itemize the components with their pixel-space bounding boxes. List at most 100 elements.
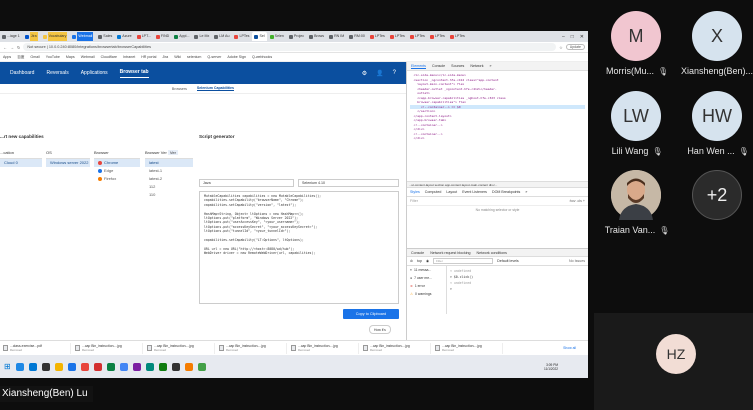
- bookmark-item[interactable]: Q-webhooks: [252, 55, 272, 59]
- devtools-tab[interactable]: Network: [470, 64, 483, 68]
- version-option[interactable]: latest: [145, 159, 193, 167]
- browser-tab[interactable]: LPTes: [232, 32, 251, 41]
- styles-subtab[interactable]: »: [525, 190, 527, 194]
- console-filter-input[interactable]: Filter: [433, 258, 494, 264]
- bookmark-item[interactable]: Apps: [3, 55, 11, 59]
- taskbar-app-icon[interactable]: [15, 362, 24, 371]
- framework-select[interactable]: Selenium 4.10: [298, 179, 399, 187]
- bookmark-item[interactable]: HR portal: [141, 55, 156, 59]
- dom-tree[interactable]: <lc-side-menu></lc-side-menu> <section _…: [407, 71, 588, 181]
- issues-count[interactable]: No Issues: [569, 259, 588, 263]
- forward-icon[interactable]: →: [10, 45, 14, 50]
- browser-tab[interactable]: Selen: [268, 32, 286, 41]
- message-filter-item[interactable]: ⚠ 0 warnings: [407, 290, 446, 298]
- help-icon[interactable]: ?: [393, 70, 396, 77]
- browser-tab[interactable]: Projec: [287, 32, 306, 41]
- bookmark-item[interactable]: Jira: [162, 55, 168, 59]
- browser-tab[interactable]: Azure: [115, 32, 133, 41]
- browser-tab[interactable]: Le Mx: [192, 32, 211, 41]
- windows-start-icon[interactable]: ⊞: [4, 362, 11, 371]
- browser-option[interactable]: Chrome: [94, 159, 140, 167]
- styles-subtab[interactable]: DOM Breakpoints: [492, 190, 520, 194]
- browser-tab[interactable]: Webmail: [70, 32, 95, 41]
- taskbar-app-icon[interactable]: [54, 362, 63, 371]
- url-field[interactable]: Not secure | 10.0.0.240:8080/integration…: [23, 43, 557, 51]
- participant-tile[interactable]: Traian Van... 🎙: [591, 170, 681, 235]
- taskbar-app-icon[interactable]: [93, 362, 102, 371]
- styles-subtab[interactable]: Computed: [425, 190, 442, 194]
- location-option[interactable]: Cloud 0: [0, 159, 42, 167]
- browser-option[interactable]: Edge: [94, 167, 140, 175]
- generated-code[interactable]: MutableCapabilities capabilities = new M…: [199, 191, 399, 304]
- browser-tab[interactable]: LPTes: [428, 32, 447, 41]
- browser-tab[interactable]: Appl...: [172, 32, 191, 41]
- dom-breadcrumb[interactable]: ...ut-content-layout section.app-content…: [407, 181, 588, 188]
- bookmark-item[interactable]: Cloudflare: [101, 55, 117, 59]
- taskbar-app-icon[interactable]: [28, 362, 37, 371]
- bookmark-item[interactable]: 百度: [17, 55, 24, 60]
- bookmark-item[interactable]: Webmail: [81, 55, 95, 59]
- styles-filter[interactable]: Filter :hov .cls +: [407, 197, 588, 206]
- language-select[interactable]: Java: [199, 179, 294, 187]
- styles-subtab[interactable]: Styles: [410, 190, 420, 194]
- taskbar-app-icon[interactable]: [132, 362, 141, 371]
- bookmark-item[interactable]: Q-server: [207, 55, 221, 59]
- update-button[interactable]: Update: [565, 44, 585, 50]
- participant-tile[interactable]: X Xiansheng(Ben)...: [672, 11, 753, 76]
- reload-icon[interactable]: ↻: [17, 45, 20, 50]
- taskbar-app-icon[interactable]: [171, 362, 180, 371]
- bookmark-item[interactable]: Gmail: [30, 55, 39, 59]
- participant-tile[interactable]: +2: [672, 170, 753, 220]
- browser-tab[interactable]: RN IM: [327, 32, 346, 41]
- message-filter-item[interactable]: ≡ 11 messa...: [407, 266, 446, 274]
- taskbar-app-icon[interactable]: [145, 362, 154, 371]
- eye-icon[interactable]: ◉: [426, 259, 429, 263]
- browser-option[interactable]: Firefox: [94, 175, 140, 183]
- sub-tab[interactable]: Browsers: [172, 87, 187, 91]
- bookmark-item[interactable]: Wiki: [174, 55, 181, 59]
- taskbar-app-icon[interactable]: [184, 362, 193, 371]
- nav-item[interactable]: Applications: [81, 70, 108, 76]
- minimize-icon[interactable]: –: [562, 34, 565, 40]
- version-option[interactable]: 112: [145, 183, 193, 191]
- nav-item[interactable]: Browser tab: [119, 69, 149, 78]
- taskbar-app-icon[interactable]: [41, 362, 50, 371]
- browser-tab[interactable]: LPTes: [368, 32, 387, 41]
- hint-toast[interactable]: How it's: [369, 325, 391, 334]
- devtools-tab[interactable]: Sources: [451, 64, 464, 68]
- os-option[interactable]: Windows server 2022: [46, 159, 90, 167]
- taskbar-app-icon[interactable]: [106, 362, 115, 371]
- participant-tile[interactable]: HW Han Wen ... 🎙: [672, 91, 753, 156]
- message-filter-item[interactable]: ● 7 user me...: [407, 274, 446, 282]
- download-item[interactable]: ...cap Bin_instruction....jpg Removed: [363, 342, 431, 354]
- devtools-tab[interactable]: Console: [432, 64, 445, 68]
- participant-tile[interactable]: M Morris(Mu... 🎙: [591, 11, 681, 76]
- settings-icon[interactable]: ⚙: [362, 70, 367, 77]
- dom-node-line[interactable]: </div>: [410, 136, 585, 141]
- clear-console-icon[interactable]: ⊘: [410, 259, 413, 263]
- maximize-icon[interactable]: □: [571, 34, 574, 40]
- context-select[interactable]: top: [417, 259, 422, 263]
- browser-tab[interactable]: RM:00: [347, 32, 367, 41]
- download-item[interactable]: ...cap Bin_instruction....jpg Removed: [75, 342, 143, 354]
- console-drawer-tab[interactable]: Network request blocking: [430, 251, 470, 255]
- devtools-tab[interactable]: »: [490, 64, 492, 68]
- devtools-tab[interactable]: Elements: [411, 64, 426, 69]
- taskbar-app-icon[interactable]: [67, 362, 76, 371]
- show-all-downloads[interactable]: Show all: [563, 346, 588, 350]
- version-option[interactable]: latest-1: [145, 167, 193, 175]
- download-item[interactable]: ...class-exercise...pdf Removed: [3, 342, 71, 354]
- sub-tab[interactable]: Selenium Capabilities: [196, 86, 235, 91]
- taskbar-app-icon[interactable]: [119, 362, 128, 371]
- participant-tile[interactable]: LW Lili Wang 🎙: [591, 91, 681, 156]
- bookmark-item[interactable]: selenium: [187, 55, 201, 59]
- download-item[interactable]: ...cap Bin_instruction....jpg Removed: [219, 342, 287, 354]
- taskbar-app-icon[interactable]: [80, 362, 89, 371]
- version-option[interactable]: 110: [145, 191, 193, 199]
- styles-subtab[interactable]: Event Listeners: [462, 190, 487, 194]
- browser-tab[interactable]: ...iage 1: [0, 32, 22, 41]
- levels-select[interactable]: Default levels: [497, 259, 519, 263]
- taskbar-app-icon[interactable]: [197, 362, 206, 371]
- browser-tab[interactable]: Sel: [252, 32, 267, 41]
- browser-tab[interactable]: LPTes: [448, 32, 467, 41]
